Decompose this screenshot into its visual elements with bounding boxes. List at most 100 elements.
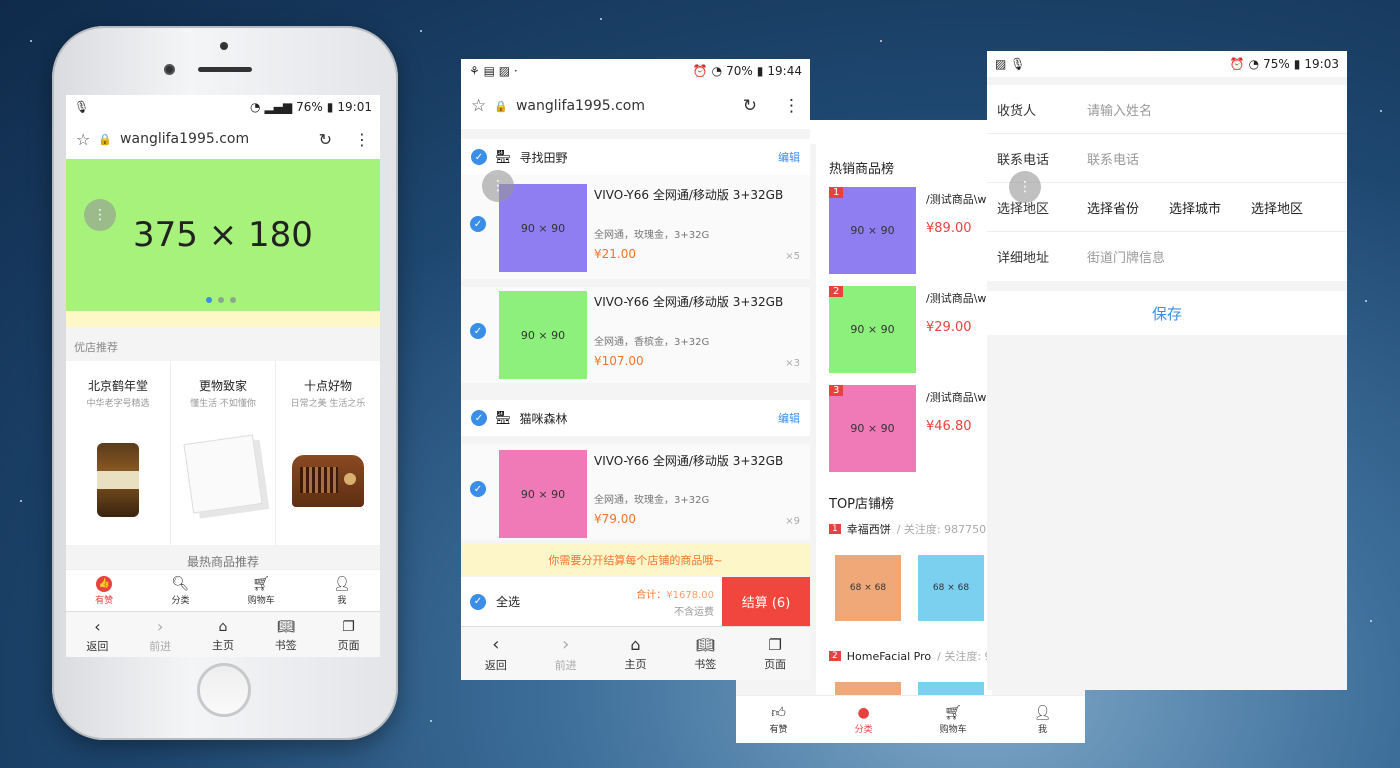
nav-home[interactable]: ⌂ 主页 bbox=[624, 635, 646, 672]
rank-item[interactable]: 1 90 × 90 /测试商品\w ¥89.00 bbox=[829, 187, 986, 286]
front-camera bbox=[164, 64, 175, 75]
star-icon[interactable]: ☆ bbox=[76, 130, 90, 149]
nav-back[interactable]: ‹ 返回 bbox=[86, 617, 108, 654]
tab-cart[interactable]: 🛒︎ 购物车 bbox=[940, 705, 967, 735]
drag-handle-icon[interactable]: ⋮ bbox=[1009, 171, 1041, 203]
phone4-screen: ▨ 🎙 ⏰ ◔ 75% ▮ 19:03 收货人 请输入姓名 联系电话 联系电话 … bbox=[987, 51, 1347, 690]
url-text[interactable]: wanglifa1995.com bbox=[120, 131, 311, 147]
chevron-left-icon: ‹ bbox=[94, 617, 101, 636]
url-text[interactable]: wanglifa1995.com bbox=[516, 98, 735, 114]
carousel-dots[interactable] bbox=[206, 297, 236, 303]
tab-like[interactable]: 👍︎ 有赞 bbox=[770, 704, 788, 735]
battery-icon: ▮ bbox=[1293, 57, 1301, 71]
clock: 19:44 bbox=[767, 64, 802, 78]
phone-input[interactable]: 联系电话 bbox=[1087, 149, 1139, 168]
tab-me[interactable]: 👤︎ 我 bbox=[1034, 705, 1052, 735]
shop-card[interactable]: 北京鹤年堂 中华老字号精选 bbox=[66, 361, 171, 545]
shop-card[interactable]: 十点好物 日常之美 生活之乐 bbox=[276, 361, 380, 545]
top-shop-item[interactable]: 2 HomeFacial Pro / 关注度: 9 bbox=[829, 648, 992, 664]
item-qty: ×5 bbox=[785, 251, 800, 262]
battery-level: 76% bbox=[296, 100, 323, 114]
item-checkbox[interactable]: ✓ bbox=[470, 216, 486, 232]
carousel-dot[interactable] bbox=[230, 297, 236, 303]
battery-level: 70% bbox=[726, 64, 753, 78]
browser-url-bar: ☆ 🔒 wanglifa1995.com ↻ ⋮ bbox=[461, 83, 810, 129]
shop-subtitle: 中华老字号精选 bbox=[86, 399, 150, 409]
gift-box-image bbox=[183, 434, 263, 514]
star-icon[interactable]: ☆ bbox=[471, 96, 486, 116]
home-button[interactable] bbox=[197, 663, 251, 717]
hero-banner[interactable]: 375 × 180 ⋮ bbox=[66, 159, 380, 311]
tab-category[interactable]: 🔍︎ 分类 bbox=[171, 576, 189, 606]
shop-thumb[interactable]: 68 × 68 bbox=[835, 555, 901, 621]
save-button[interactable]: 保存 bbox=[987, 291, 1347, 335]
pages-icon: ❐ bbox=[768, 635, 782, 654]
reload-icon[interactable]: ↻ bbox=[319, 130, 332, 149]
recipient-input[interactable]: 请输入姓名 bbox=[1087, 100, 1152, 119]
select-all-checkbox[interactable]: ✓ bbox=[470, 593, 486, 610]
region-label: 选择地区 bbox=[997, 201, 1050, 217]
item-checkbox[interactable]: ✓ bbox=[470, 481, 486, 497]
drag-handle-icon[interactable]: ⋮ bbox=[482, 170, 514, 202]
more-vert-icon[interactable]: ⋮ bbox=[354, 130, 370, 149]
nav-forward[interactable]: › 前进 bbox=[555, 634, 577, 673]
store-icon: 🏪︎ bbox=[495, 410, 512, 426]
shop-thumb[interactable]: 68 × 68 bbox=[918, 555, 984, 621]
region-row: 选择地区 选择省份 选择城市 选择地区 ⋮ bbox=[987, 171, 1347, 232]
product-price: ¥46.80 bbox=[926, 419, 972, 434]
more-vert-icon[interactable]: ⋮ bbox=[783, 96, 800, 116]
tab-like[interactable]: 👍 有赞 bbox=[95, 575, 113, 606]
phone1-screen: 🎙 ◔ ▂▄▆ 76% ▮ 19:01 ☆ 🔒 wanglifa1995.com… bbox=[66, 95, 380, 657]
rank-item[interactable]: 2 90 × 90 /测试商品\w ¥29.00 bbox=[829, 286, 986, 385]
mic-icon: 🎙 bbox=[74, 100, 90, 114]
rank-badge: 1 bbox=[829, 187, 844, 198]
cart-item[interactable]: ✓ 90 × 90 VIVO-Y66 全网通/移动版 3+32GB 全网通，香槟… bbox=[461, 287, 810, 383]
app-tab-bar: 👍 有赞 🔍︎ 分类 🛒︎ 购物车 👤︎ 我 bbox=[66, 569, 380, 611]
home-icon: ⌂ bbox=[218, 618, 228, 635]
phone2-screen: ⚘ ▤ ▨ · ⏰ ◔ 70% ▮ 19:44 ☆ 🔒 wanglifa1995… bbox=[461, 59, 810, 680]
checkout-button[interactable]: 结算 (6) bbox=[722, 577, 810, 626]
nav-bookmarks[interactable]: 📖︎ 书签 bbox=[694, 636, 716, 672]
total-label: 合计： bbox=[636, 589, 667, 601]
shop-name: 北京鹤年堂 bbox=[87, 379, 148, 393]
nav-pages[interactable]: ❐ 页面 bbox=[338, 619, 360, 653]
store-checkbox[interactable]: ✓ bbox=[471, 149, 487, 165]
item-checkbox[interactable]: ✓ bbox=[470, 323, 486, 339]
nav-home[interactable]: ⌂ 主页 bbox=[212, 619, 234, 653]
district-select[interactable]: 选择地区 bbox=[1251, 198, 1303, 217]
nav-pages[interactable]: ❐ 页面 bbox=[764, 636, 786, 672]
select-all-label[interactable]: 全选 bbox=[496, 593, 520, 610]
reload-icon[interactable]: ↻ bbox=[743, 96, 757, 116]
edit-link[interactable]: 编辑 bbox=[778, 410, 800, 426]
nav-forward[interactable]: › 前进 bbox=[149, 617, 171, 654]
cart-item[interactable]: ✓ 90 × 90 ⋮ VIVO-Y66 全网通/移动版 3+32GB 全网通，… bbox=[461, 170, 810, 279]
rank-item[interactable]: 3 90 × 90 /测试商品\w ¥46.80 bbox=[829, 385, 986, 484]
shop-name: 幸福西饼 bbox=[846, 523, 891, 536]
proximity-sensor bbox=[220, 42, 228, 50]
edit-link[interactable]: 编辑 bbox=[778, 149, 800, 165]
city-select[interactable]: 选择城市 bbox=[1169, 198, 1251, 217]
store-checkbox[interactable]: ✓ bbox=[471, 410, 487, 426]
store-header: ✓ 🏪︎ 寻找田野 编辑 bbox=[461, 139, 810, 175]
tab-cart[interactable]: 🛒︎ 购物车 bbox=[248, 576, 275, 606]
drag-handle-icon[interactable]: ⋮ bbox=[84, 199, 116, 231]
nav-bookmarks[interactable]: 📖︎ 书签 bbox=[275, 619, 297, 653]
carousel-dot-active[interactable] bbox=[206, 297, 212, 303]
tab-me[interactable]: 👤︎ 我 bbox=[333, 576, 351, 606]
shop-thumb[interactable] bbox=[835, 682, 901, 696]
search-icon: 🔍︎ bbox=[171, 575, 190, 592]
nav-back[interactable]: ‹ 返回 bbox=[485, 634, 507, 673]
shop-grid: 北京鹤年堂 中华老字号精选 更物致家 懂生活 不如懂你 十点好物 日常之美 生活… bbox=[66, 361, 380, 545]
pages-icon: ❐ bbox=[342, 618, 355, 635]
top-shop-item[interactable]: 1 幸福西饼 / 关注度: 987750 bbox=[829, 521, 986, 537]
tab-category[interactable]: ● 分类 bbox=[855, 705, 873, 735]
cart-item[interactable]: ✓ 90 × 90 VIVO-Y66 全网通/移动版 3+32GB 全网通，玫瑰… bbox=[461, 444, 810, 540]
item-price: ¥107.00 bbox=[594, 354, 644, 368]
shop-thumb[interactable] bbox=[918, 682, 984, 696]
item-qty: ×3 bbox=[785, 358, 800, 369]
province-select[interactable]: 选择省份 bbox=[1087, 198, 1169, 217]
shop-card[interactable]: 更物致家 懂生活 不如懂你 bbox=[171, 361, 276, 545]
address-input[interactable]: 街道门牌信息 bbox=[1087, 247, 1165, 266]
item-price: ¥21.00 bbox=[594, 247, 636, 261]
carousel-dot[interactable] bbox=[218, 297, 224, 303]
